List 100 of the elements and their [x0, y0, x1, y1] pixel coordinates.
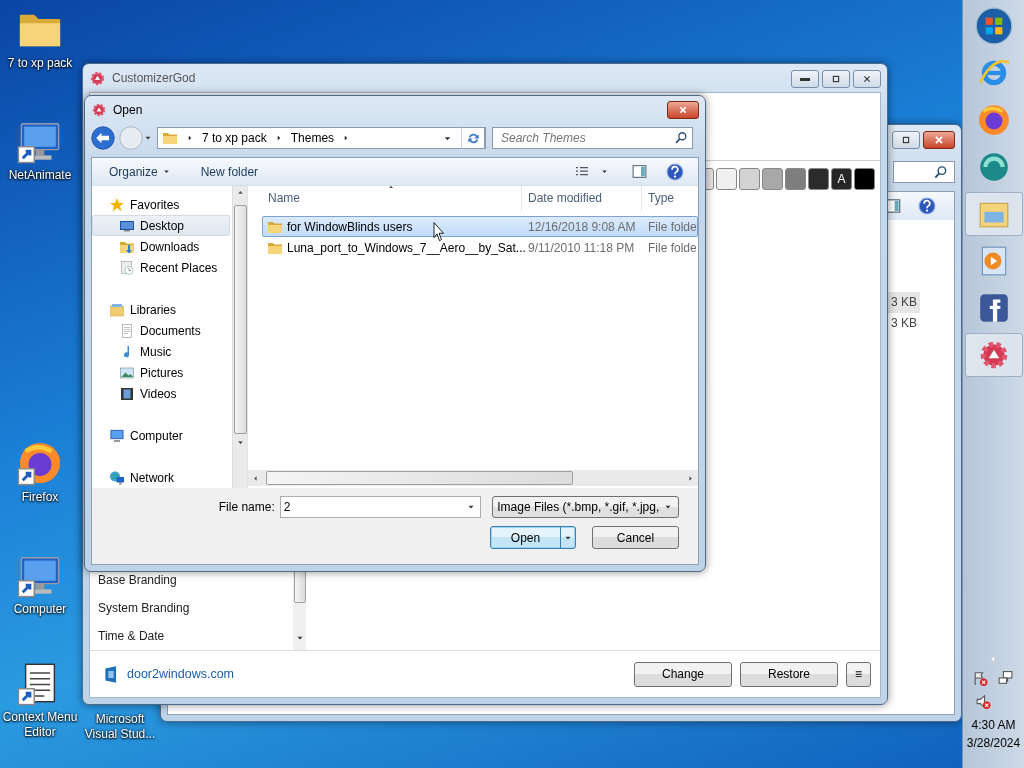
column-header[interactable]: Type [642, 186, 698, 211]
gear-icon [91, 101, 107, 118]
color-swatch[interactable] [808, 168, 829, 190]
nav-item[interactable]: Favorites [92, 194, 230, 215]
clock-time[interactable]: 4:30 AM [971, 716, 1016, 734]
scroll-right-icon[interactable] [686, 473, 695, 483]
nav-item[interactable]: Documents [92, 320, 230, 341]
back-button[interactable] [91, 126, 115, 150]
color-swatch[interactable] [785, 168, 806, 190]
film-icon [119, 385, 135, 402]
color-swatch[interactable] [739, 168, 760, 190]
cancel-button[interactable]: Cancel [592, 526, 679, 549]
close-button[interactable] [853, 70, 881, 88]
file-name: Luna_port_to_Windows_7__Aero__by_Sat... [287, 239, 526, 257]
dialog-title: Open [113, 101, 143, 119]
flag-alert-icon[interactable] [972, 670, 990, 687]
breadcrumb-link[interactable]: 7 to xp pack [202, 129, 267, 147]
nav-item[interactable]: Pictures [92, 362, 230, 383]
restore-button[interactable] [892, 131, 920, 149]
search-icon [933, 164, 948, 180]
minimize-button[interactable] [791, 70, 819, 88]
toolbar-button[interactable]: New folder [194, 160, 265, 183]
star-icon [109, 196, 125, 213]
window-title: CustomizerGod [112, 70, 196, 87]
select-value: Image Files (*.bmp, *.gif, *.jpg, [497, 499, 660, 516]
desktop-icon-label[interactable]: 7 to xp pack [1, 56, 79, 71]
sort-arrow-icon [387, 183, 395, 191]
network-icon[interactable] [997, 670, 1015, 687]
nav-item[interactable]: Computer [92, 425, 230, 446]
browser-icon[interactable] [17, 440, 63, 486]
nav-item[interactable]: Videos [92, 383, 230, 404]
document-icon [119, 322, 135, 339]
close-button[interactable] [923, 131, 955, 149]
nav-item[interactable]: Network [92, 467, 230, 488]
toolbar-button[interactable]: Organize [103, 160, 177, 183]
file-type-select[interactable]: Image Files (*.bmp, *.gif, *.jpg, [492, 496, 679, 518]
caret-icon[interactable] [600, 167, 609, 176]
field-label: File name: [217, 499, 276, 516]
file-row[interactable]: Luna_port_to_Windows_7__Aero__by_Sat... 9/11/2010 11:18 PM File folde [262, 237, 698, 258]
restore-icon [900, 134, 912, 146]
close-icon [932, 133, 946, 147]
file-name-combo[interactable]: 2 [279, 496, 482, 518]
nav-item[interactable]: Music [92, 341, 230, 362]
menu-button[interactable]: ≡ [846, 661, 871, 687]
nav-item[interactable]: Desktop [92, 215, 230, 236]
list-item[interactable]: System Branding [98, 594, 190, 622]
nav-item[interactable]: Downloads [92, 236, 230, 257]
maximize-button[interactable] [822, 70, 850, 88]
search-field[interactable]: Search Themes [492, 127, 693, 149]
clock-icon [119, 259, 135, 276]
color-swatch[interactable] [854, 168, 875, 190]
list-item[interactable]: Time & Date [98, 622, 165, 650]
dialog-button[interactable]: Restore [740, 661, 838, 687]
scroll-thumb[interactable] [266, 471, 573, 485]
nav-item[interactable]: Libraries [92, 299, 230, 320]
size-cell: 3 KB [888, 292, 920, 313]
size-cell-text: 3 KB [890, 315, 918, 332]
scroll-left-icon[interactable] [251, 473, 260, 483]
chevron-icon [186, 134, 194, 142]
muted-speaker-icon[interactable] [974, 693, 992, 710]
help-icon[interactable] [666, 162, 684, 181]
horizontal-scrollbar[interactable] [248, 470, 698, 486]
folder-icon [162, 130, 178, 146]
address-bar[interactable]: 7 to xp pack Themes [157, 127, 486, 149]
file-type: File folde [647, 239, 697, 257]
preview-pane-icon[interactable] [631, 163, 648, 180]
taskbar-button[interactable] [964, 333, 1023, 377]
close-button[interactable] [667, 101, 699, 119]
search-icon [674, 131, 688, 145]
library-icon [109, 301, 125, 318]
mouse-pointer-icon [432, 221, 448, 242]
scroll-thumb[interactable] [233, 205, 247, 434]
network-icon [109, 469, 125, 486]
close-icon [677, 104, 689, 116]
file-type: File folde [647, 218, 697, 236]
column-header[interactable]: Date modified [522, 186, 642, 211]
minimize-icon [800, 77, 810, 81]
caret-icon [161, 167, 171, 176]
clock-date[interactable]: 3/28/2024 [966, 734, 1021, 752]
desktop-icon-label[interactable]: Firefox [1, 490, 79, 505]
refresh-button[interactable] [461, 127, 485, 149]
file-date: 12/16/2018 9:08 AM [527, 218, 637, 236]
link[interactable]: door2windows.com [127, 664, 234, 684]
color-swatch[interactable] [762, 168, 783, 190]
search-field[interactable] [893, 161, 955, 183]
nav-item[interactable]: Recent Places [92, 257, 230, 278]
color-swatch[interactable]: A [831, 168, 852, 190]
scroll-up-icon[interactable] [235, 188, 245, 197]
desktop-icon-label[interactable]: NetAnimate [1, 168, 79, 183]
dialog-button[interactable]: Change [634, 661, 732, 687]
vertical-scrollbar[interactable] [232, 186, 247, 488]
file-name: for WindowBlinds users [287, 218, 413, 236]
scroll-down-icon[interactable] [235, 438, 245, 447]
picture-icon [119, 364, 135, 381]
start-orb-icon [974, 7, 1013, 45]
help-icon[interactable] [918, 197, 936, 215]
breadcrumb-link[interactable]: Themes [290, 129, 335, 147]
color-swatch[interactable] [716, 168, 737, 190]
browser-icon [976, 103, 1011, 137]
open-button[interactable]: Open [490, 526, 576, 549]
